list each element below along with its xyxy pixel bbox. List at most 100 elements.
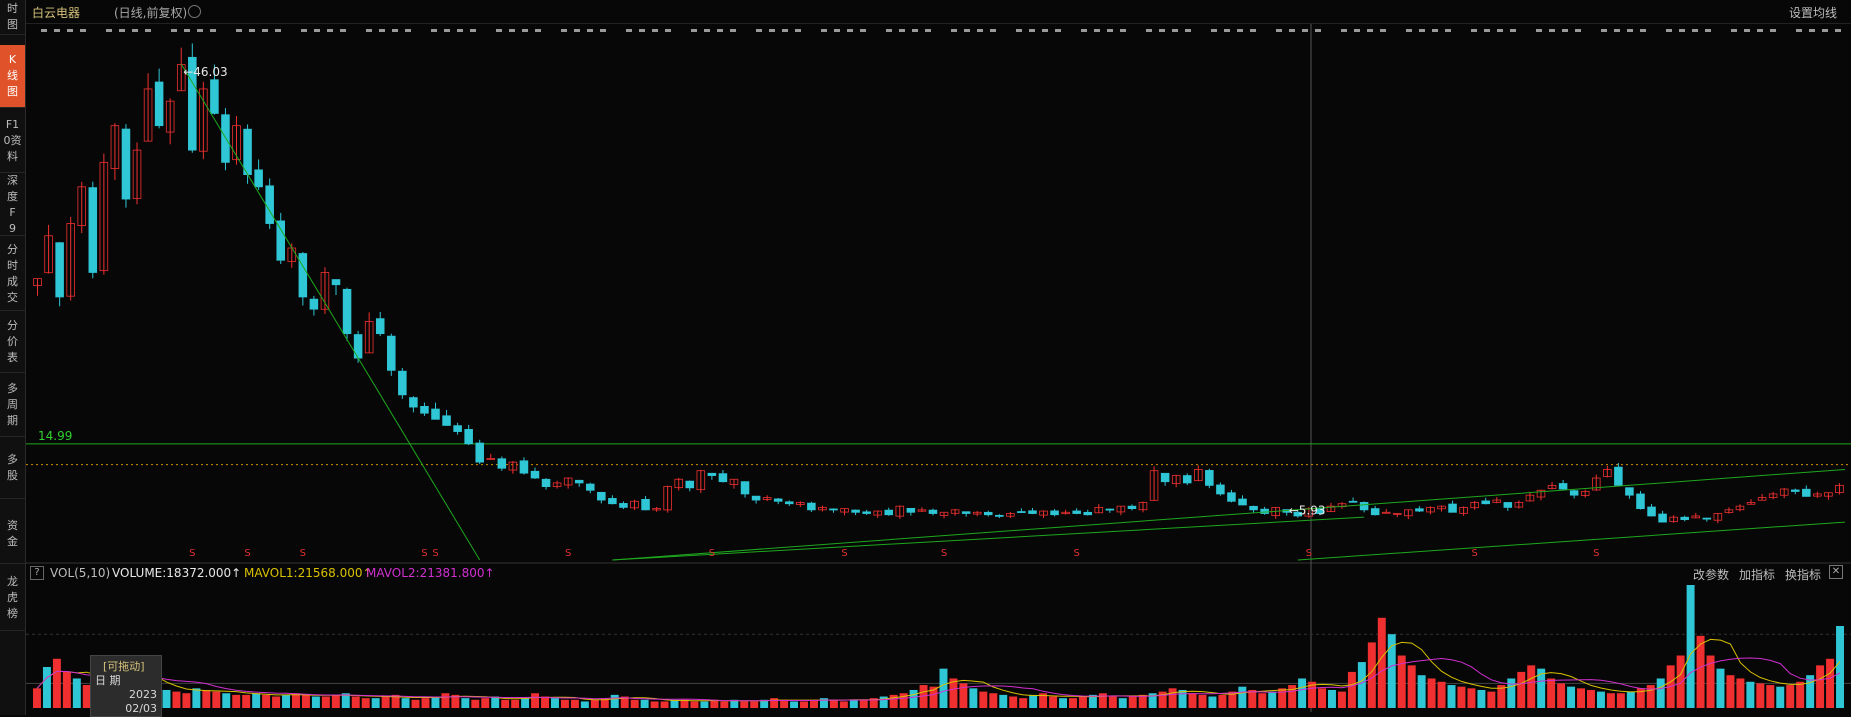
volume-bar	[1019, 698, 1028, 708]
volume-bar	[1447, 685, 1456, 708]
volume-bar	[1417, 675, 1426, 708]
volume-bar	[1477, 689, 1486, 708]
volume-bar	[740, 701, 749, 708]
signal-marker: S	[841, 548, 847, 559]
volume-bar	[1069, 698, 1077, 708]
info-mark	[1692, 29, 1698, 32]
info-mark	[262, 29, 268, 32]
close-icon[interactable]: ✕	[1829, 565, 1843, 579]
volume-bar	[411, 699, 420, 708]
info-mark	[834, 29, 840, 32]
volume-bar	[1656, 678, 1665, 708]
volume-bar	[292, 693, 300, 708]
volume-bar	[1238, 686, 1247, 708]
candle-body	[773, 498, 783, 502]
info-mark	[444, 29, 450, 32]
candle-body	[1658, 513, 1667, 523]
info-mark	[392, 29, 398, 32]
info-mark	[301, 29, 307, 32]
info-mark	[1822, 29, 1828, 32]
volume-bar	[939, 668, 948, 708]
info-mark	[1757, 29, 1763, 32]
volume-bar	[1836, 626, 1844, 708]
info-mark	[366, 29, 372, 32]
signal-marker: S	[709, 548, 715, 559]
volume-bar	[1726, 675, 1735, 708]
info-mark	[1380, 29, 1386, 32]
switch-indicator-button[interactable]: 换指标	[1785, 566, 1821, 583]
info-mark	[990, 29, 996, 32]
volume-bar	[471, 699, 480, 708]
info-mark	[1640, 29, 1646, 32]
candle-body	[1182, 475, 1192, 484]
volume-bar	[381, 696, 390, 708]
volume-bar	[1686, 585, 1695, 708]
volume-bar	[301, 694, 310, 708]
candle-body	[309, 298, 319, 310]
info-mark	[470, 29, 476, 32]
candle-body	[265, 185, 274, 224]
volume-bar	[1716, 668, 1725, 708]
info-mark	[1016, 29, 1022, 32]
candle-body	[221, 114, 230, 163]
info-mark	[1276, 29, 1282, 32]
candle-body	[1260, 508, 1269, 514]
volume-bar	[1606, 693, 1615, 708]
info-mark	[171, 29, 177, 32]
info-mark	[756, 29, 762, 32]
info-mark	[717, 29, 723, 32]
info-mark	[119, 29, 125, 32]
volume-bar	[311, 696, 320, 708]
low-annotation: ←5.93	[1289, 503, 1326, 517]
volume-value: VOLUME:18372.000↑	[112, 566, 242, 580]
candle-body	[718, 473, 728, 483]
volume-bar	[511, 699, 520, 708]
volume-bar	[202, 689, 211, 708]
candle-body	[375, 318, 385, 335]
volume-bar	[979, 691, 988, 708]
volume-bar	[42, 667, 51, 708]
volume-bar	[800, 701, 808, 708]
candle-body	[1017, 511, 1026, 513]
volume-bar	[1318, 688, 1326, 708]
volume-bar	[1527, 665, 1536, 708]
kline-chart[interactable]: 14.99←46.03←5.93S S S S S S S S S S S S S	[0, 0, 1851, 715]
date-tooltip[interactable]: [可拖动] 日 期 2023 02/03	[90, 655, 162, 717]
candle-body	[995, 514, 1004, 517]
info-mark	[899, 29, 905, 32]
candle-body	[784, 501, 794, 505]
info-mark	[1484, 29, 1490, 32]
info-mark	[1354, 29, 1360, 32]
volume-bar	[521, 698, 530, 708]
volume-bar	[899, 693, 908, 708]
info-mark	[41, 29, 47, 32]
info-mark	[340, 29, 346, 32]
volume-bar	[431, 696, 440, 708]
candle-body	[906, 507, 916, 513]
info-mark	[912, 29, 918, 32]
volume-bar	[541, 696, 549, 708]
candle-body	[928, 509, 938, 514]
volume-bar	[501, 699, 510, 708]
volume-bar	[222, 693, 231, 708]
change-params-button[interactable]: 改参数	[1693, 566, 1729, 583]
info-mark	[1536, 29, 1542, 32]
volume-bar	[1567, 686, 1576, 708]
candle-body	[475, 442, 484, 463]
signal-marker: S	[189, 548, 195, 559]
volume-bar	[1547, 678, 1556, 708]
volume-bar	[1188, 693, 1197, 708]
volume-bar	[1786, 685, 1795, 708]
volume-bar	[262, 694, 271, 708]
volume-bar	[720, 701, 729, 708]
date-caption: 日 期	[95, 674, 121, 687]
info-mark	[1614, 29, 1620, 32]
candle-body	[409, 397, 418, 408]
signal-marker: S	[565, 548, 571, 559]
add-indicator-button[interactable]: 加指标	[1739, 566, 1775, 583]
help-icon[interactable]: ?	[30, 566, 44, 580]
volume-bar	[371, 698, 380, 708]
info-mark	[626, 29, 632, 32]
volume-bar	[232, 694, 241, 708]
candle-body	[342, 288, 352, 335]
